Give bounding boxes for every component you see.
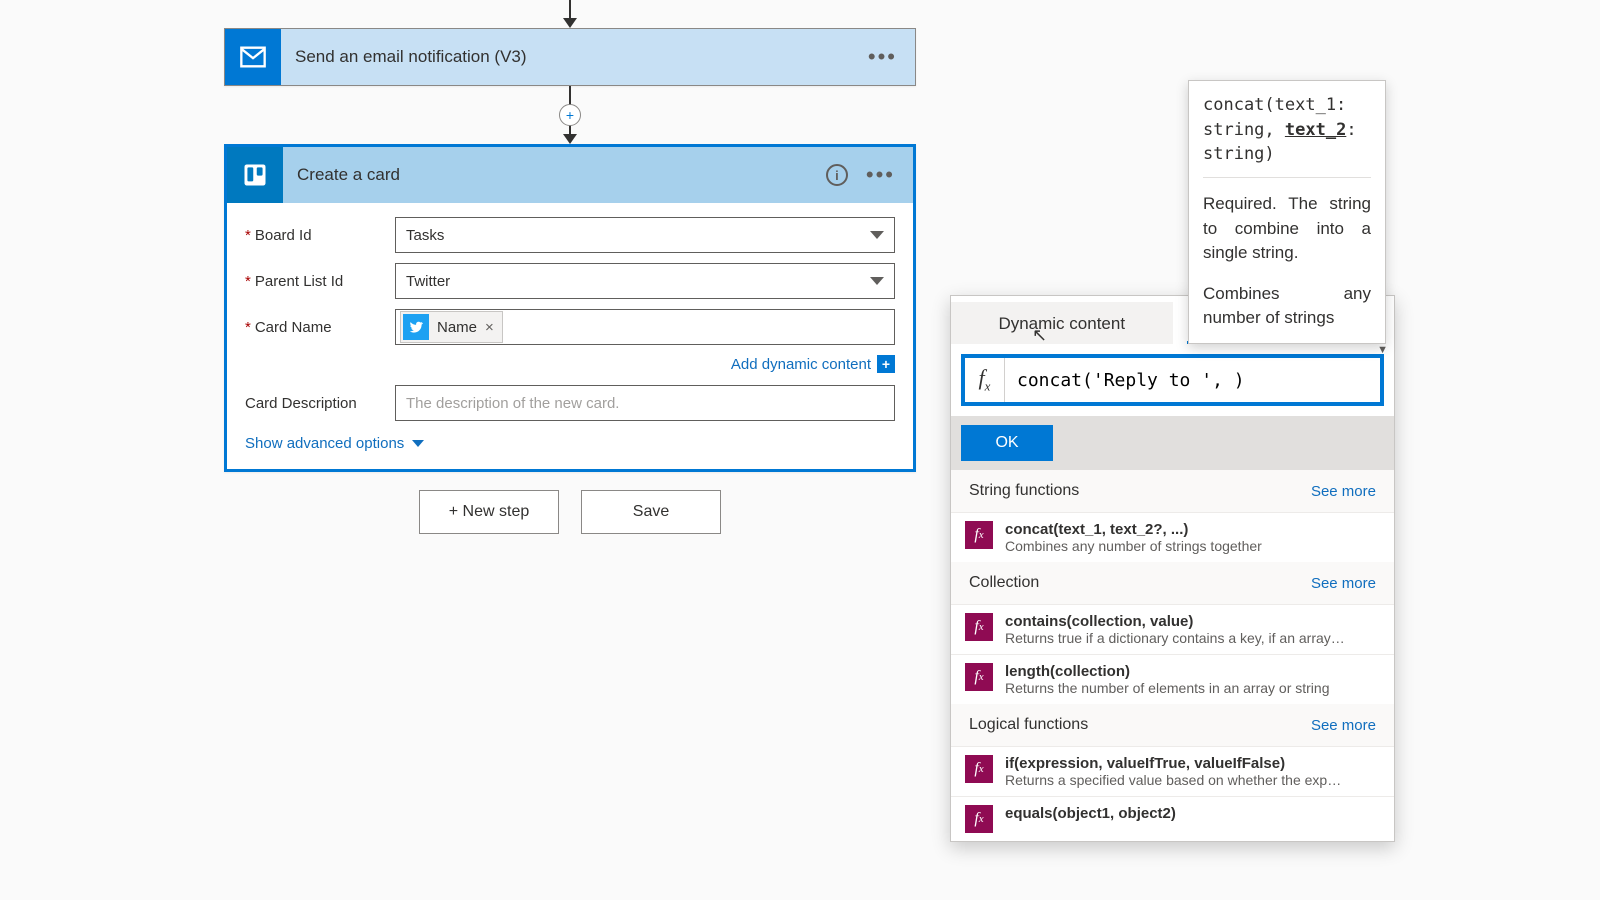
label-parent-list-id: *Parent List Id [245,273,395,290]
new-step-button[interactable]: + New step [419,490,559,534]
trello-icon [227,147,283,203]
fx-icon: fx [965,521,993,549]
tab-dynamic-content[interactable]: Dynamic content [951,302,1173,344]
input-card-name[interactable]: Name × [395,309,895,345]
expression-panel: Dynamic content Expression ▲ 2/2 ▼ fx OK… [950,295,1395,842]
action-title: Create a card [283,165,826,185]
action-card-email[interactable]: Send an email notification (V3) ••• [224,28,916,86]
function-list[interactable]: String functions See more fx concat(text… [951,470,1394,841]
signature-tooltip: concat(text_1: string, text_2: string) R… [1188,80,1386,344]
action-card-trello: Create a card i ••• *Board Id Tasks *Par… [224,144,916,472]
chevron-down-icon [870,231,884,239]
chevron-down-icon [870,277,884,285]
fx-icon: fx [965,805,993,833]
function-length[interactable]: fx length(collection) Returns the number… [951,654,1394,704]
function-concat[interactable]: fx concat(text_1, text_2?, ...) Combines… [951,512,1394,562]
flow-canvas: Send an email notification (V3) ••• + Cr… [224,0,916,472]
remove-token-icon[interactable]: × [485,319,494,336]
info-icon[interactable]: i [826,164,848,186]
plus-icon[interactable]: + [877,355,895,373]
dynamic-token-name[interactable]: Name × [400,311,503,343]
fx-icon: fx [965,755,993,783]
mail-icon [225,29,281,85]
section-collection: Collection See more [951,562,1394,604]
scroll-down-icon[interactable]: ▼ [1377,344,1388,356]
section-logical-functions: Logical functions See more [951,704,1394,746]
label-board-id: *Board Id [245,227,395,244]
fx-icon: fx [965,358,1005,402]
chevron-down-icon [412,440,424,447]
show-advanced-toggle[interactable]: Show advanced options [245,431,424,452]
add-dynamic-content-link[interactable]: Add dynamic content [731,356,871,373]
ellipsis-icon[interactable]: ••• [866,164,895,186]
input-card-description[interactable]: The description of the new card. [395,385,895,421]
action-title: Send an email notification (V3) [281,47,868,67]
label-card-description: Card Description [245,395,395,412]
fx-icon: fx [965,663,993,691]
ok-button[interactable]: OK [961,425,1053,461]
ellipsis-icon[interactable]: ••• [868,46,897,68]
see-more-link[interactable]: See more [1311,575,1376,592]
expression-input-row: fx [961,354,1384,406]
twitter-icon [403,314,429,340]
save-button[interactable]: Save [581,490,721,534]
function-if[interactable]: fx if(expression, valueIfTrue, valueIfFa… [951,746,1394,796]
function-equals[interactable]: fx equals(object1, object2) [951,796,1394,841]
fx-icon: fx [965,613,993,641]
connector-arrow [224,0,916,28]
expression-input[interactable] [1005,370,1380,391]
function-contains[interactable]: fx contains(collection, value) Returns t… [951,604,1394,654]
select-parent-list-id[interactable]: Twitter [395,263,895,299]
section-string-functions: String functions See more [951,470,1394,512]
add-action-button[interactable]: + [559,104,581,126]
see-more-link[interactable]: See more [1311,483,1376,500]
select-board-id[interactable]: Tasks [395,217,895,253]
label-card-name: *Card Name [245,319,395,336]
see-more-link[interactable]: See more [1311,717,1376,734]
